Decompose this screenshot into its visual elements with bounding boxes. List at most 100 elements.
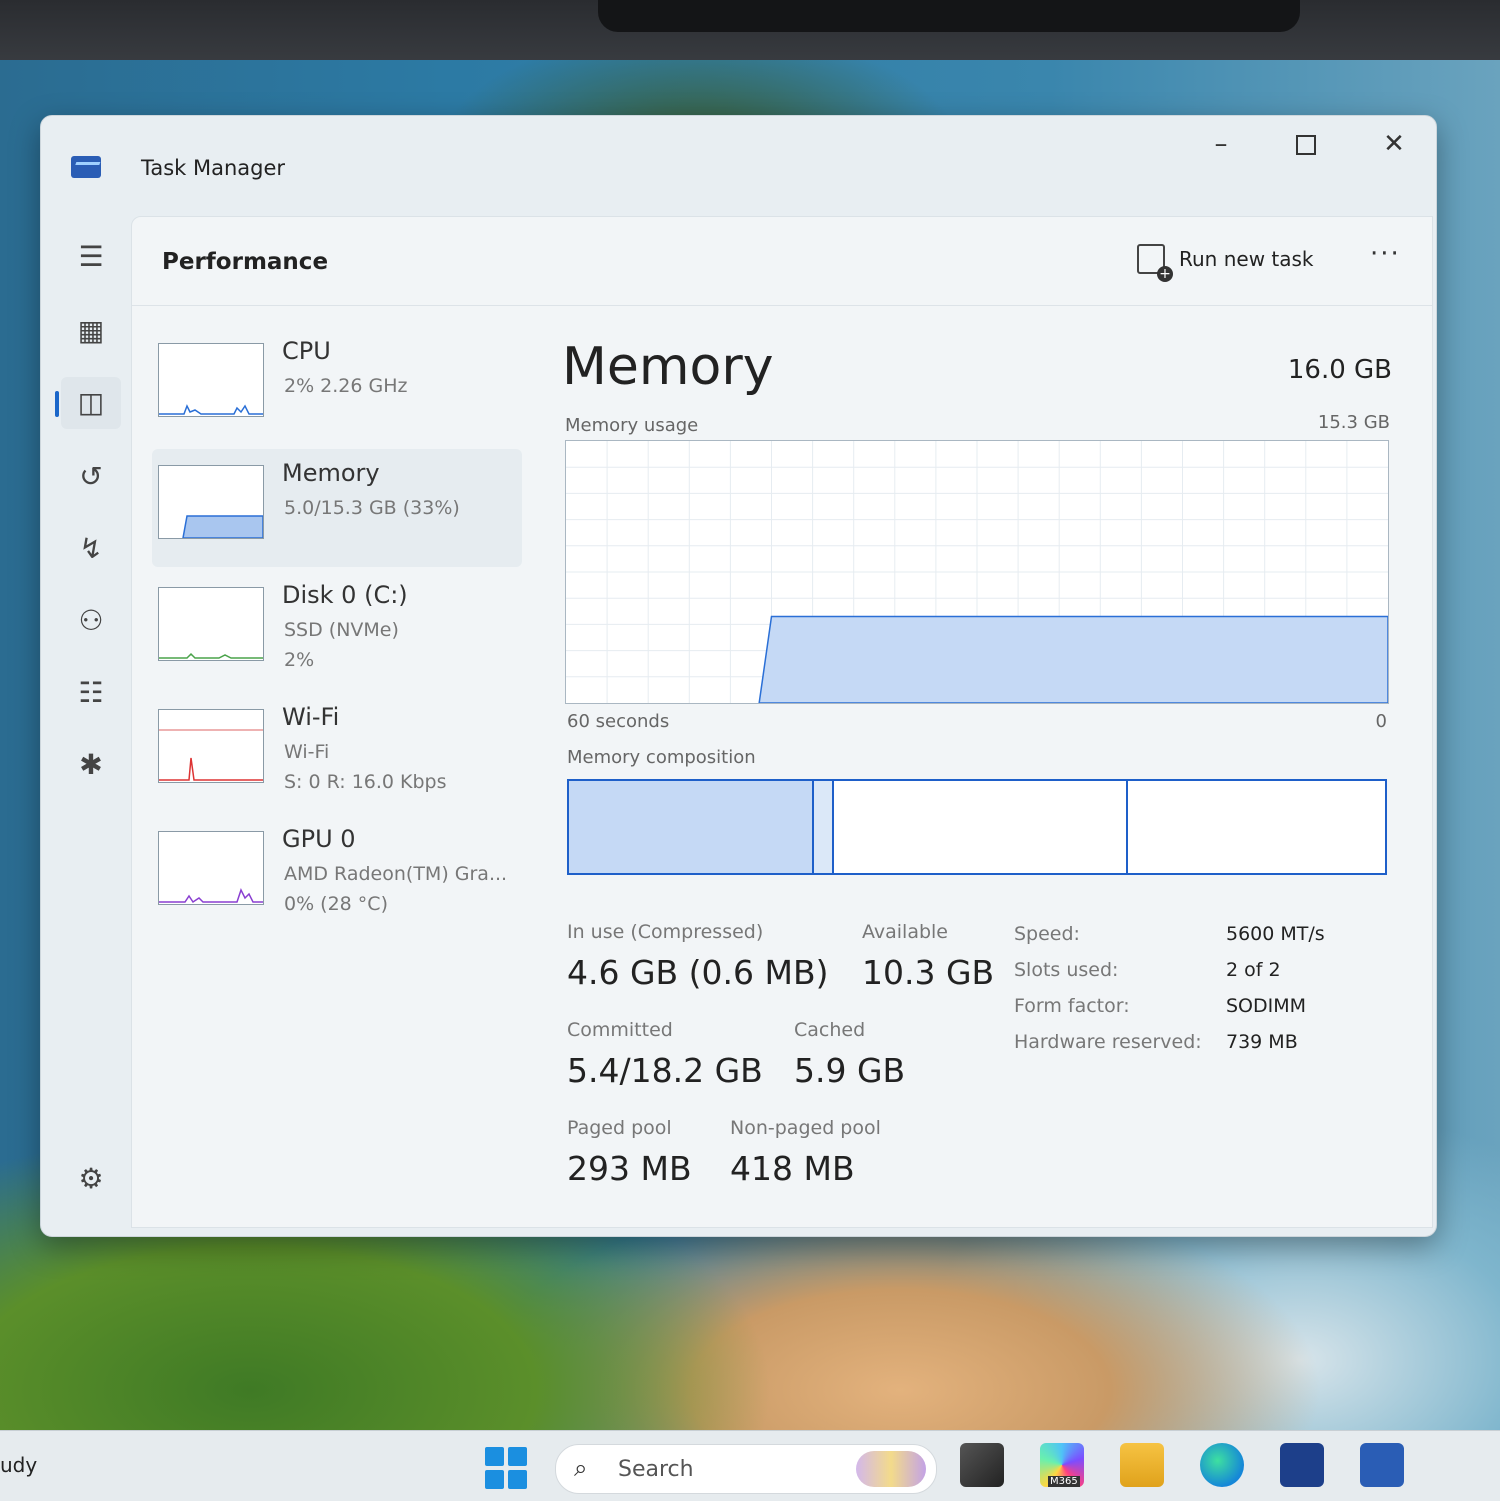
hardware-reserved-value: 739 MB [1226,1031,1298,1053]
search-label: Search [618,1457,694,1482]
window-title: Task Manager [141,156,286,180]
device-memory[interactable]: Memory 5.0/15.3 GB (33%) [152,449,522,567]
device-wifi[interactable]: Wi-Fi Wi-Fi S: 0 R: 16.0 Kbps [152,693,522,811]
composition-modified [813,781,835,873]
maximize-button[interactable] [1281,124,1331,164]
memory-composition-bar [567,779,1387,875]
memory-title: Memory [562,337,774,397]
run-task-icon [1137,244,1173,282]
memory-usage-max: 15.3 GB [1317,412,1390,433]
performance-pane: Performance Run new task ··· CPU 2% 2.26… [131,216,1433,1228]
performance-icon[interactable]: ◫ [55,377,121,429]
device-detail: 2% [284,649,315,671]
committed-label: Committed [567,1019,673,1041]
device-name: Wi-Fi [282,703,340,731]
start-tile [508,1470,527,1489]
chart-axis-left-label: 60 seconds [567,711,670,732]
device-detail: 2% 2.26 GHz [284,375,408,397]
minimize-button[interactable]: – [1196,124,1246,164]
task-view-icon[interactable] [960,1443,1004,1487]
composition-free [1127,781,1385,873]
non-paged-pool-label: Non-paged pool [730,1117,881,1139]
gpu-thumbnail-graph [158,831,264,905]
start-button[interactable] [485,1447,527,1489]
slots-used-value: 2 of 2 [1226,959,1281,981]
active-indicator [55,391,59,417]
app-history-icon[interactable]: ↺ [61,451,121,503]
start-tile [485,1447,504,1466]
start-tile [508,1447,527,1466]
run-new-task-button[interactable]: Run new task [1137,239,1314,282]
slots-used-label: Slots used: [1014,959,1119,981]
device-name: CPU [282,337,331,365]
maximize-icon [1296,134,1316,155]
page-header: Performance Run new task ··· [132,217,1432,306]
device-detail: 5.0/15.3 GB (33%) [284,497,460,519]
device-detail: Wi-Fi [284,741,330,763]
m365-icon[interactable]: M365 [1040,1443,1084,1487]
form-factor-label: Form factor: [1014,995,1130,1017]
search-icon: ⌕ [574,1454,588,1482]
device-detail: S: 0 R: 16.0 Kbps [284,771,447,793]
more-options-button[interactable]: ··· [1370,239,1401,269]
task-manager-window: Task Manager – ✕ ☰ ▦ ◫ ↺ ↯ ⚇ ☷ ✱ ⚙ Perfo… [40,115,1437,1237]
device-gpu[interactable]: GPU 0 AMD Radeon(TM) Gra... 0% (28 °C) [152,815,522,933]
speed-value: 5600 MT/s [1226,923,1325,945]
device-detail: AMD Radeon(TM) Gra... [284,863,508,885]
memory-usage-chart [565,440,1389,704]
device-name: Disk 0 (C:) [282,581,408,609]
memory-usage-svg [566,441,1388,703]
settings-gear-icon[interactable]: ⚙ [61,1153,121,1205]
disk-thumbnail-graph [158,587,264,661]
file-explorer-icon[interactable] [1120,1443,1164,1487]
camera-notch [598,0,1300,32]
device-detail: 0% (28 °C) [284,893,388,915]
device-detail: SSD (NVMe) [284,619,399,641]
memory-usage-area [758,615,1388,703]
form-factor-value: SODIMM [1226,995,1307,1017]
device-cpu[interactable]: CPU 2% 2.26 GHz [152,327,522,445]
taskbar-widget-label[interactable]: udy [0,1453,37,1477]
chart-axis-right-label: 0 [1375,711,1387,732]
device-name: Memory [282,459,380,487]
page-title: Performance [162,249,329,275]
memory-total: 16.0 GB [1287,355,1392,385]
cached-label: Cached [794,1019,866,1041]
services-icon[interactable]: ✱ [61,739,121,791]
memory-composition-label: Memory composition [567,747,756,768]
wifi-thumbnail-graph [158,709,264,783]
task-manager-icon [71,156,101,178]
hardware-reserved-label: Hardware reserved: [1014,1031,1202,1053]
memory-usage-label: Memory usage [565,415,699,436]
search-highlight-icon [856,1451,926,1487]
details-icon[interactable]: ☷ [61,667,121,719]
non-paged-pool-value: 418 MB [730,1149,855,1188]
device-list: CPU 2% 2.26 GHz Memory 5.0/15.3 GB (33%)… [152,327,522,937]
composition-standby [834,781,1128,873]
cached-value: 5.9 GB [794,1051,906,1090]
cpu-thumbnail-graph [158,343,264,417]
processes-icon[interactable]: ▦ [61,305,121,357]
edge-browser-icon[interactable] [1200,1443,1244,1487]
taskbar-search[interactable]: ⌕ Search [555,1444,937,1494]
startup-apps-icon[interactable]: ↯ [61,523,121,575]
device-name: GPU 0 [282,825,356,853]
in-use-value: 4.6 GB (0.6 MB) [567,953,829,992]
taskbar: udy ⌕ Search M365 [0,1430,1500,1501]
task-manager-taskbar-icon[interactable] [1360,1443,1404,1487]
available-label: Available [862,921,949,943]
users-icon[interactable]: ⚇ [61,595,121,647]
in-use-label: In use (Compressed) [567,921,764,943]
title-bar[interactable]: Task Manager – ✕ [41,116,1436,216]
committed-value: 5.4/18.2 GB [567,1051,763,1090]
paged-pool-label: Paged pool [567,1117,672,1139]
speed-label: Speed: [1014,923,1080,945]
close-button[interactable]: ✕ [1369,124,1419,164]
side-navigation: ☰ ▦ ◫ ↺ ↯ ⚇ ☷ ✱ ⚙ [55,231,131,1221]
hamburger-menu-icon[interactable]: ☰ [61,231,121,283]
microsoft-store-icon[interactable] [1280,1443,1324,1487]
m365-label: M365 [1048,1476,1080,1487]
available-value: 10.3 GB [862,953,995,992]
device-disk[interactable]: Disk 0 (C:) SSD (NVMe) 2% [152,571,522,689]
run-new-task-label: Run new task [1179,247,1314,271]
